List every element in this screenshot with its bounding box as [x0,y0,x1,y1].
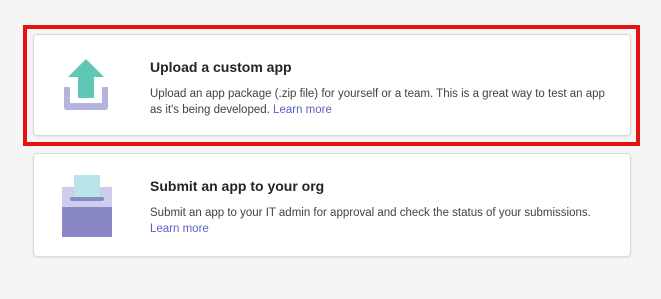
submit-card-description: Submit an app to your IT admin for appro… [150,205,620,237]
submit-learn-more-link[interactable]: Learn more [150,223,209,235]
submit-app-to-org-card[interactable]: Submit an app to your org Submit an app … [33,153,631,257]
upload-card-title: Upload a custom app [150,59,292,75]
submit-card-title: Submit an app to your org [150,178,325,194]
submit-card-description-text: Submit an app to your IT admin for appro… [150,207,591,219]
upload-card-description: Upload an app package (.zip file) for yo… [150,86,620,118]
upload-icon [60,57,112,113]
submit-to-org-icon [60,173,112,237]
upload-learn-more-link[interactable]: Learn more [273,104,332,116]
upload-card-description-text: Upload an app package (.zip file) for yo… [150,88,605,116]
app-upload-options: Upload a custom app Upload an app packag… [0,0,661,299]
upload-custom-app-card[interactable]: Upload a custom app Upload an app packag… [33,34,631,136]
